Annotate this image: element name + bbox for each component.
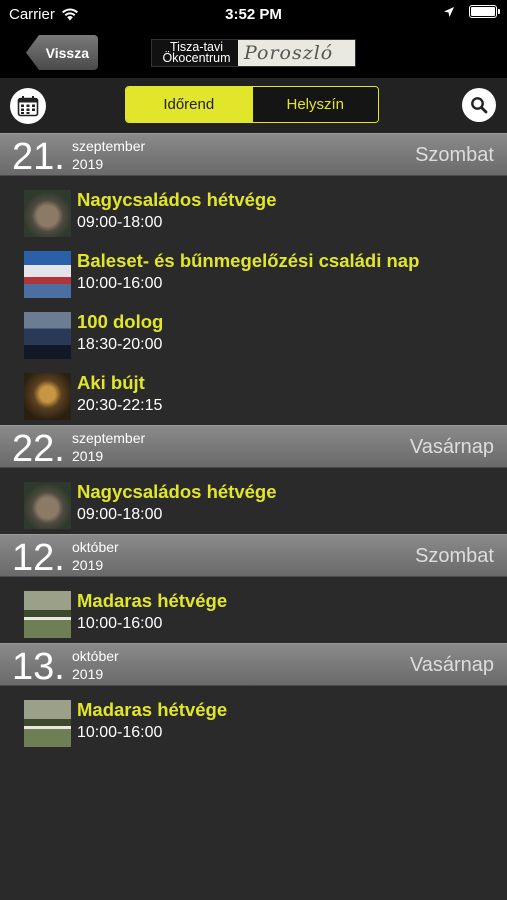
search-button[interactable] (462, 88, 496, 122)
event-time: 20:30-22:15 (77, 397, 163, 414)
event-title: Baleset- és bűnmegelőzési családi nap (77, 250, 420, 271)
event-thumbnail (24, 312, 71, 359)
event-thumbnail (24, 482, 71, 529)
day-weekday: Szombat (415, 545, 494, 567)
battery-fill (471, 7, 495, 16)
toolbar: Időrend Helyszín (0, 78, 507, 133)
day-header: 22. szeptember 2019 Vasárnap (0, 425, 507, 470)
day-header: 12. október 2019 Szombat (0, 534, 507, 579)
calendar-button[interactable] (10, 88, 46, 124)
day-month: szeptember (72, 430, 146, 446)
day-year: 2019 (72, 448, 104, 464)
event-item[interactable]: Baleset- és bűnmegelőzési családi nap 10… (0, 250, 507, 311)
day-number: 21. (12, 136, 65, 178)
event-item[interactable]: Madaras hétvége 10:00-16:00 (0, 699, 507, 752)
event-thumbnail (24, 251, 71, 298)
tab-idorend[interactable]: Időrend (126, 87, 252, 122)
navigation-bar: Vissza Tisza-tavi Ökocentrum Poroszló (0, 28, 507, 78)
event-thumbnail (24, 190, 71, 237)
event-title: 100 dolog (77, 311, 164, 332)
event-item[interactable]: 100 dolog 18:30-20:00 (0, 311, 507, 372)
day-year: 2019 (72, 557, 104, 573)
event-item[interactable]: Aki bújt 20:30-22:15 (0, 372, 507, 425)
event-thumbnail (24, 591, 71, 638)
event-title: Nagycsaládos hétvége (77, 189, 277, 210)
day-weekday: Vasárnap (409, 654, 494, 676)
event-time: 09:00-18:00 (77, 214, 163, 231)
calendar-icon (17, 96, 39, 117)
app-logo: Tisza-tavi Ökocentrum Poroszló (151, 39, 356, 67)
day-header: 21. szeptember 2019 Szombat (0, 133, 507, 178)
event-item[interactable]: Nagycsaládos hétvége 09:00-18:00 (0, 189, 507, 250)
event-item[interactable]: Nagycsaládos hétvége 09:00-18:00 (0, 481, 507, 534)
battery-icon (469, 5, 500, 18)
day-number: 22. (12, 428, 65, 470)
event-title: Madaras hétvége (77, 590, 228, 611)
day-year: 2019 (72, 666, 104, 682)
logo-text: Tisza-tavi Ökocentrum (162, 40, 231, 65)
status-bar: Carrier 3:52 PM (0, 0, 507, 28)
search-icon (471, 97, 488, 114)
event-time: 09:00-18:00 (77, 506, 163, 523)
event-item[interactable]: Madaras hétvége 10:00-16:00 (0, 590, 507, 643)
day-month: október (72, 539, 119, 555)
day-month: október (72, 648, 119, 664)
event-title: Madaras hétvége (77, 699, 228, 720)
event-title: Aki bújt (77, 372, 145, 393)
day-number: 13. (12, 646, 65, 688)
day-month: szeptember (72, 138, 146, 154)
view-segmented-control: Időrend Helyszín (125, 86, 379, 123)
status-time: 3:52 PM (225, 6, 282, 23)
event-time: 10:00-16:00 (77, 724, 163, 741)
logo-script: Poroszló (238, 40, 355, 66)
day-weekday: Szombat (415, 144, 494, 166)
day-weekday: Vasárnap (409, 436, 494, 458)
location-arrow-icon (444, 6, 454, 17)
event-list: 21. szeptember 2019 Szombat Nagycsaládos… (0, 133, 507, 752)
day-header: 13. október 2019 Vasárnap (0, 643, 507, 688)
event-thumbnail (24, 700, 71, 747)
day-year: 2019 (72, 156, 104, 172)
event-time: 10:00-16:00 (77, 615, 163, 632)
event-thumbnail (24, 373, 71, 420)
day-number: 12. (12, 537, 65, 579)
event-time: 18:30-20:00 (77, 336, 163, 353)
event-time: 10:00-16:00 (77, 275, 163, 292)
tab-helyszin[interactable]: Helyszín (251, 87, 378, 122)
event-title: Nagycsaládos hétvége (77, 481, 277, 502)
back-button[interactable]: Vissza (26, 35, 98, 70)
